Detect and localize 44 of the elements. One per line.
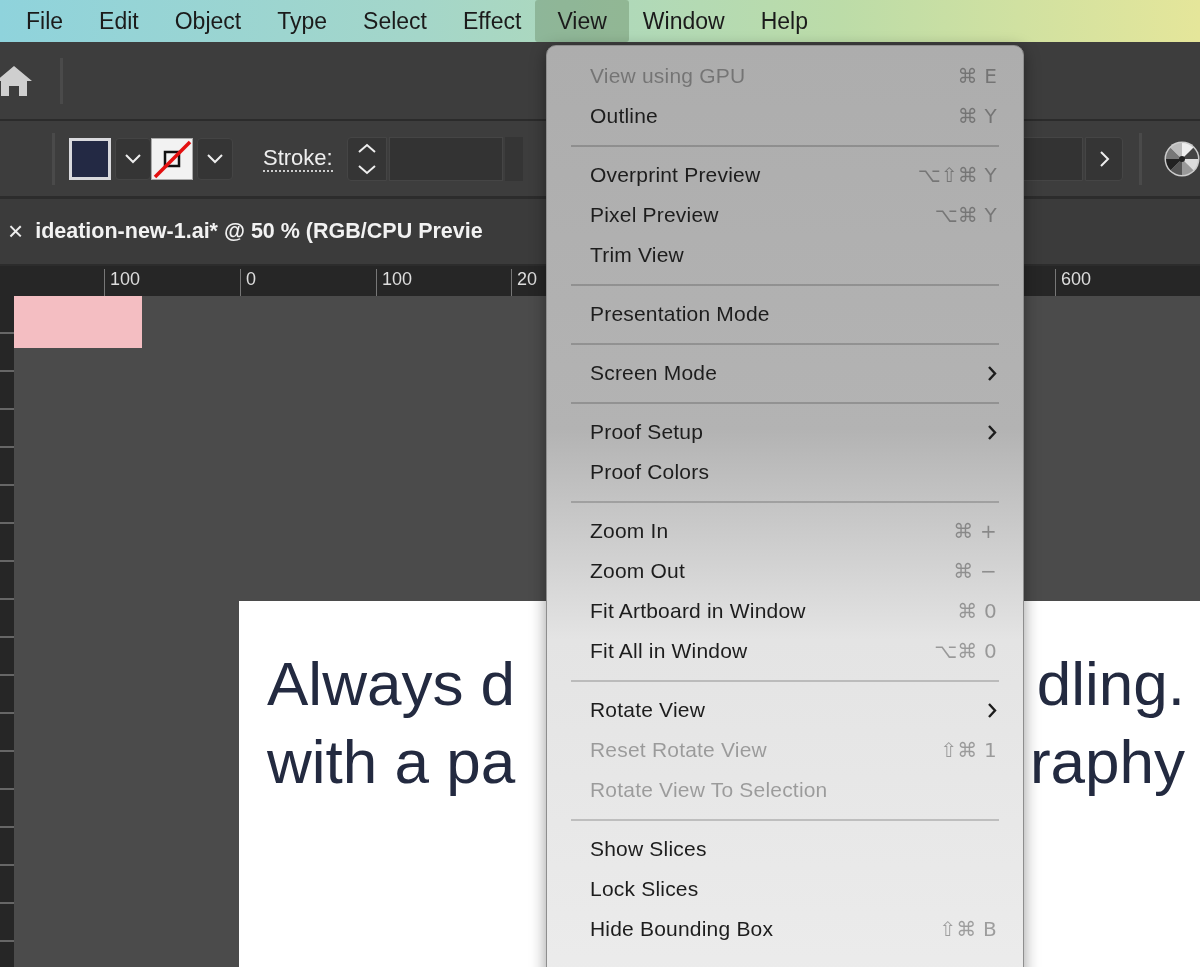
- stroke-label[interactable]: Stroke:: [263, 145, 333, 172]
- shortcut-label: ⇧⌘ 1: [940, 738, 997, 762]
- shortcut-label: ⇧⌘ B: [939, 917, 997, 941]
- menu-item[interactable]: Help: [742, 0, 826, 42]
- menu-item[interactable]: Edit: [81, 0, 157, 42]
- menu-item[interactable]: View: [535, 0, 629, 42]
- artboard-text: dling.: [1036, 648, 1185, 720]
- shortcut-label: ⌘ +: [953, 519, 997, 543]
- fill-swatch[interactable]: [69, 137, 111, 180]
- shortcut-label: ⌘ 0: [957, 599, 997, 623]
- menu-item[interactable]: Zoom Out ⌘ −: [547, 551, 1023, 591]
- menu-item[interactable]: Rotate View: [547, 690, 1023, 730]
- color-wheel-icon[interactable]: [1164, 140, 1200, 177]
- dropdown-button[interactable]: [197, 137, 233, 180]
- artboard-text: raphy: [1029, 726, 1185, 798]
- menu-item[interactable]: Type: [259, 0, 346, 42]
- menu-item[interactable]: File: [8, 0, 82, 42]
- document-tab-title[interactable]: ideation-new-1.ai* @ 50 % (RGB/CPU Previe: [35, 219, 483, 244]
- dropdown-button[interactable]: [115, 137, 151, 180]
- menu-item[interactable]: Zoom In ⌘ +: [547, 511, 1023, 551]
- menu-item[interactable]: Screen Mode: [547, 353, 1023, 393]
- close-button[interactable]: ×: [2, 216, 30, 247]
- next-button[interactable]: [1085, 136, 1123, 181]
- shortcut-label: ⌥⌘ 0: [934, 639, 997, 663]
- stroke-swatch[interactable]: [151, 137, 193, 180]
- menu-item[interactable]: Trim View: [547, 235, 1023, 275]
- menu-item[interactable]: Proof Setup: [547, 412, 1023, 452]
- menu-item[interactable]: Fit All in Window ⌥⌘ 0: [547, 631, 1023, 671]
- stepper-button[interactable]: [346, 136, 387, 181]
- home-icon[interactable]: [0, 63, 34, 98]
- chevron-right-icon: [1098, 149, 1110, 168]
- shortcut-label: ⌘ −: [953, 559, 997, 583]
- artboard-text: with a pa: [267, 726, 516, 798]
- menu-item[interactable]: Select: [345, 0, 445, 42]
- menu-item[interactable]: Hide Bounding Box ⇧⌘ B: [547, 909, 1023, 949]
- menu-item[interactable]: Lock Slices: [547, 869, 1023, 909]
- menu-item[interactable]: Fit Artboard in Window ⌘ 0: [547, 591, 1023, 631]
- menu-item[interactable]: Show Slices: [547, 829, 1023, 869]
- menu-item[interactable]: Object: [156, 0, 260, 42]
- artboard-text: Always d: [267, 648, 516, 720]
- menu-item[interactable]: Proof Colors: [547, 452, 1023, 492]
- chevron-down-icon: [124, 153, 142, 164]
- chevron-down-icon: [206, 153, 224, 164]
- menu-item[interactable]: Presentation Mode: [547, 294, 1023, 334]
